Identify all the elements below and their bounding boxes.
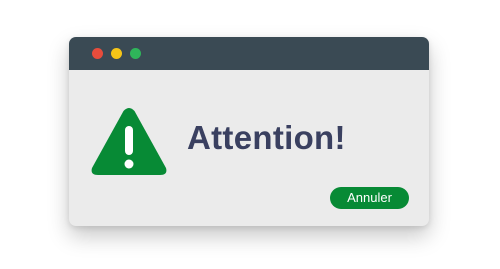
maximize-dot[interactable] [130,48,141,59]
alert-window: Attention! Annuler [69,37,429,226]
warning-exclamation-dot [124,159,134,169]
cancel-button[interactable]: Annuler [330,187,409,209]
window-titlebar [69,37,429,70]
warning-exclamation-bar [125,126,133,155]
minimize-dot[interactable] [111,48,122,59]
warning-icon [91,108,167,175]
alert-title: Attention! [187,119,346,156]
close-dot[interactable] [92,48,103,59]
